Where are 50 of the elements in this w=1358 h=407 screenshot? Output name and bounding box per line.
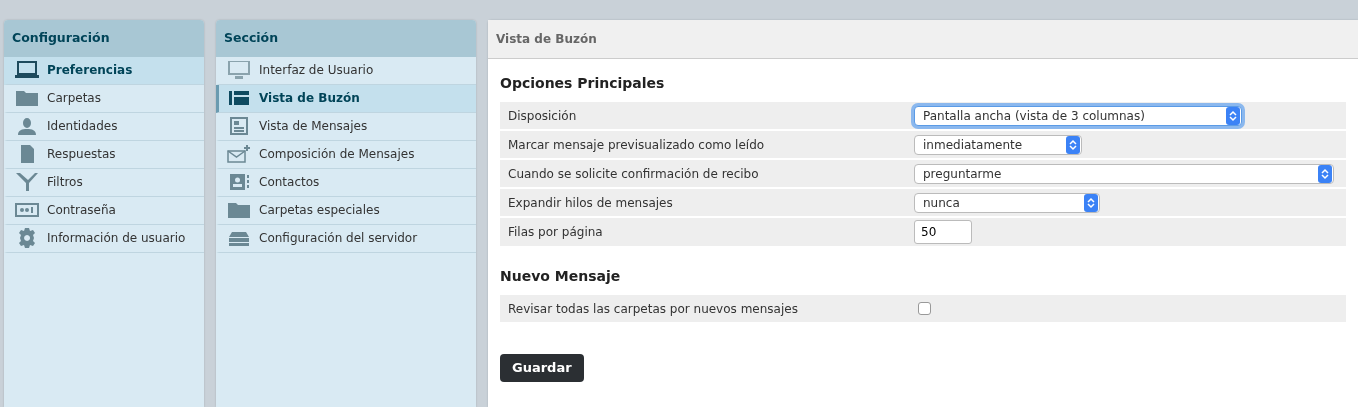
gear-icon	[19, 228, 35, 249]
caret-icon	[1066, 135, 1080, 154]
caret-icon	[1318, 164, 1332, 183]
dropdown[interactable]: Pantalla ancha (vista de 3 columnas)	[914, 105, 1242, 126]
caret-icon	[1226, 106, 1240, 125]
caret-icon	[1084, 193, 1098, 212]
setting-label: Filas por página	[508, 224, 604, 241]
setting-label: Marcar mensaje previsualizado como leído	[508, 136, 766, 154]
input-field[interactable]: 50	[914, 220, 972, 244]
section-heading: Opciones Principales	[500, 74, 666, 93]
content-title: Vista de Buzón	[488, 20, 1358, 59]
menu-item[interactable]: Carpetas	[4, 84, 204, 113]
envelope-plus-icon	[227, 145, 251, 163]
dropdown[interactable]: nunca	[914, 192, 1100, 213]
setting-label: Cuando se solicite confirmación de recibo	[508, 165, 760, 183]
menu-item[interactable]: Vista de Mensajes	[216, 112, 476, 141]
menu-item[interactable]: Interfaz de Usuario	[216, 56, 476, 85]
menu-item[interactable]: Identidades	[4, 112, 204, 141]
checkbox[interactable]	[918, 302, 931, 315]
password-icon	[15, 203, 39, 218]
filter-icon	[16, 173, 38, 192]
laptop-icon	[15, 61, 39, 79]
menu-item[interactable]: Composición de Mensajes	[216, 140, 476, 169]
menu-item[interactable]: Filtros	[4, 168, 204, 197]
message-view-icon	[230, 117, 248, 136]
setting-label: Expandir hilos de mensajes	[508, 194, 674, 212]
menu-item[interactable]: Preferencias	[4, 56, 204, 85]
dropdown[interactable]: preguntarme	[914, 163, 1334, 184]
panel-title: Configuración	[4, 20, 204, 57]
save-button[interactable]: Guardar	[500, 354, 584, 382]
menu-item[interactable]: Contactos	[216, 168, 476, 197]
contact-card-icon	[230, 174, 249, 191]
layout-icon	[229, 91, 249, 106]
menu-item[interactable]: Vista de Buzón	[216, 84, 476, 113]
setting-label: Revisar todas las carpetas por nuevos mensajes	[508, 300, 799, 318]
section-heading: Nuevo Mensaje	[500, 267, 622, 286]
setting-label: Disposición	[508, 107, 578, 125]
folder-icon	[228, 203, 250, 219]
menu-item[interactable]: Carpetas especiales	[216, 196, 476, 225]
server-icon	[229, 232, 249, 247]
document-icon	[21, 145, 34, 164]
menu-item[interactable]: Configuración del servidor	[216, 224, 476, 253]
menu-item[interactable]: Contraseña	[4, 196, 204, 225]
folder-icon	[16, 91, 38, 107]
panel-title: Sección	[216, 20, 476, 57]
monitor-icon	[228, 61, 250, 80]
menu-item[interactable]: Información de usuario	[4, 224, 204, 253]
menu-item[interactable]: Respuestas	[4, 140, 204, 169]
person-icon	[18, 118, 36, 136]
dropdown[interactable]: inmediatamente	[914, 134, 1082, 155]
